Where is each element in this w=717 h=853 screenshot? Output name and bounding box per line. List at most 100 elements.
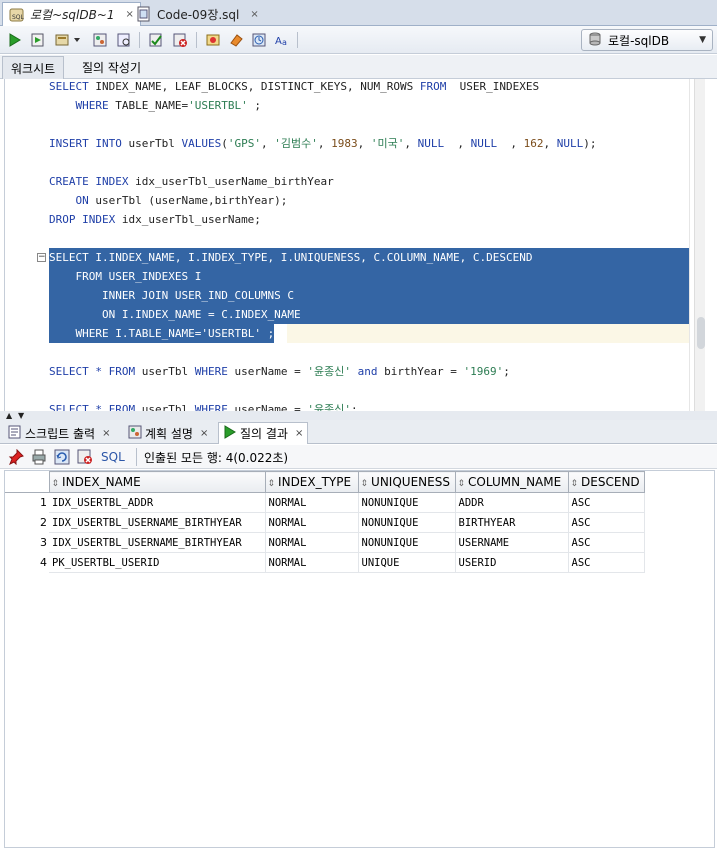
table-cell[interactable]: NORMAL [265,492,359,513]
chevron-down-icon[interactable] [72,30,82,50]
tab-worksheet[interactable]: 워크시트 [2,56,65,79]
code-token: '김범수' [274,137,318,150]
code-line[interactable]: ON userTbl (userName,birthYear); [49,191,288,210]
close-icon[interactable]: × [200,428,208,439]
code-token: NULL [470,137,498,150]
tab-query-result[interactable]: 질의 결과 × [218,422,309,444]
table-cell[interactable]: NONUNIQUE [358,532,456,553]
table-row[interactable]: 2 IDX_USERTBL_USERNAME_BIRTHYEAR NORMAL NON… [5,512,645,533]
code-line[interactable]: WHERE I.TABLE_NAME='USERTBL' ; [49,324,275,343]
code-line[interactable]: ON I.INDEX_NAME = C.INDEX_NAME [49,305,689,324]
panel-splitter[interactable]: ▲ ▼ [0,411,717,420]
eraser-icon[interactable] [226,30,246,50]
autotrace-icon[interactable] [52,30,72,50]
code-token: ; [247,99,261,112]
code-token: USER_INDEXES [446,80,540,93]
refresh-icon[interactable] [54,448,70,466]
code-line[interactable]: WHERE TABLE_NAME='USERTBL' ; [49,96,261,115]
print-icon[interactable] [31,448,47,466]
table-cell[interactable]: ASC [568,532,645,553]
close-icon[interactable]: × [250,9,258,20]
svg-text:a: a [282,38,287,47]
run-script-icon[interactable] [28,30,48,50]
code-line[interactable]: SELECT * FROM userTbl WHERE userName = '… [49,400,358,411]
code-token: '1969' [463,365,504,378]
code-token: '윤종신' [307,365,351,378]
table-cell[interactable]: NORMAL [265,552,359,573]
table-row[interactable]: 1 IDX_USERTBL_ADDR NORMAL NONUNIQUE ADDR ASC [5,492,645,513]
tab-explain-plan[interactable]: 계획 설명 × [124,422,212,444]
fold-collapse-icon[interactable]: − [37,253,46,262]
database-icon [587,31,603,50]
rollback-icon[interactable] [170,30,190,50]
chevron-down-icon[interactable]: ▼ [18,411,24,420]
code-token: '윤종신' [307,403,351,411]
code-token: * [95,403,102,411]
cancel-query-icon[interactable] [77,448,93,466]
commit-icon[interactable] [146,30,166,50]
table-cell[interactable]: NONUNIQUE [358,512,456,533]
row-number-header [5,471,49,493]
chevron-down-icon: ▼ [699,35,706,45]
column-header-descend[interactable]: ⇕ DESCEND [567,471,645,493]
explain-plan-icon[interactable] [90,30,110,50]
table-cell[interactable]: NORMAL [265,512,359,533]
sql-tuning-icon[interactable] [114,30,134,50]
result-grid[interactable]: ⇕ INDEX_NAME ⇕ INDEX_TYPE ⇕ UNIQUENESS ⇕ COL… [4,470,715,848]
sql-editor[interactable]: SELECT INDEX_NAME, LEAF_BLOCKS, DISTINCT… [4,79,705,411]
tab-code-09[interactable]: Code-09장.sql × [130,2,265,26]
code-token: SELECT [49,365,89,378]
code-line[interactable]: FROM USER_INDEXES I [49,267,689,286]
code-line[interactable]: SELECT INDEX_NAME, LEAF_BLOCKS, DISTINCT… [49,79,539,96]
scrollbar-thumb[interactable] [697,317,705,349]
table-row[interactable]: 3 IDX_USERTBL_USERNAME_BIRTHYEAR NORMAL NON… [5,532,645,553]
chevron-up-icon[interactable]: ▲ [6,411,12,420]
tab-label: 계획 설명 [145,426,193,441]
close-icon[interactable]: × [102,428,110,439]
code-token: ; [350,403,358,411]
table-cell[interactable]: UNIQUE [358,552,456,573]
code-token: , [497,137,524,150]
tab-query-builder[interactable]: 질의 작성기 [74,56,149,79]
table-cell[interactable]: IDX_USERTBL_USERNAME_BIRTHYEAR [49,512,266,533]
code-line[interactable]: DROP INDEX idx_userTbl_userName; [49,210,261,229]
code-token: NULL [556,137,584,150]
column-header-index-type[interactable]: ⇕ INDEX_TYPE [264,471,359,493]
table-cell[interactable]: BIRTHYEAR [455,512,569,533]
table-cell[interactable]: ASC [568,552,645,573]
table-cell[interactable]: USERID [455,552,569,573]
code-line[interactable]: SELECT I.INDEX_NAME, I.INDEX_TYPE, I.UNI… [49,248,689,267]
monitor-sessions-icon[interactable] [203,30,223,50]
table-cell[interactable]: ASC [568,492,645,513]
format-icon[interactable]: Aa [272,30,292,50]
code-line[interactable]: INNER JOIN USER_IND_COLUMNS C [49,286,689,305]
close-icon[interactable]: × [295,428,303,439]
sql-link[interactable]: SQL [101,448,125,466]
table-cell[interactable]: NONUNIQUE [358,492,456,513]
run-statement-icon[interactable] [5,30,25,50]
tab-script-output[interactable]: 스크립트 출력 × [4,422,114,444]
table-cell[interactable]: ADDR [455,492,569,513]
code-line[interactable]: CREATE INDEX idx_userTbl_userName_birthY… [49,172,334,191]
column-header-column-name[interactable]: ⇕ COLUMN_NAME [454,471,569,493]
code-line[interactable]: SELECT * FROM userTbl WHERE userName = '… [49,362,510,381]
column-header-index-name[interactable]: ⇕ INDEX_NAME [48,471,266,493]
table-cell[interactable]: PK_USERTBL_USERID [49,552,266,573]
history-icon[interactable] [249,30,269,50]
table-row[interactable]: 4 PK_USERTBL_USERID NORMAL UNIQUE USERID ASC [5,552,645,573]
table-cell[interactable]: ASC [568,512,645,533]
column-header-uniqueness[interactable]: ⇕ UNIQUENESS [357,471,456,493]
table-cell[interactable]: IDX_USERTBL_ADDR [49,492,266,513]
query-result-icon [223,425,237,442]
table-cell[interactable]: USERNAME [455,532,569,553]
code-line[interactable]: INSERT INTO userTbl VALUES('GPS', '김범수',… [49,134,596,153]
tab-worksheet-local-sqldb[interactable]: SQL 로컬~sqlDB~1 × [2,2,141,26]
code-token: INSERT INTO [49,137,122,150]
editor-vertical-scrollbar[interactable] [694,79,705,411]
row-number: 4 [40,556,47,569]
connection-select[interactable]: 로컬-sqlDB ▼ [581,29,713,51]
table-cell[interactable]: NORMAL [265,532,359,553]
pin-icon[interactable] [8,448,24,466]
table-cell[interactable]: IDX_USERTBL_USERNAME_BIRTHYEAR [49,532,266,553]
